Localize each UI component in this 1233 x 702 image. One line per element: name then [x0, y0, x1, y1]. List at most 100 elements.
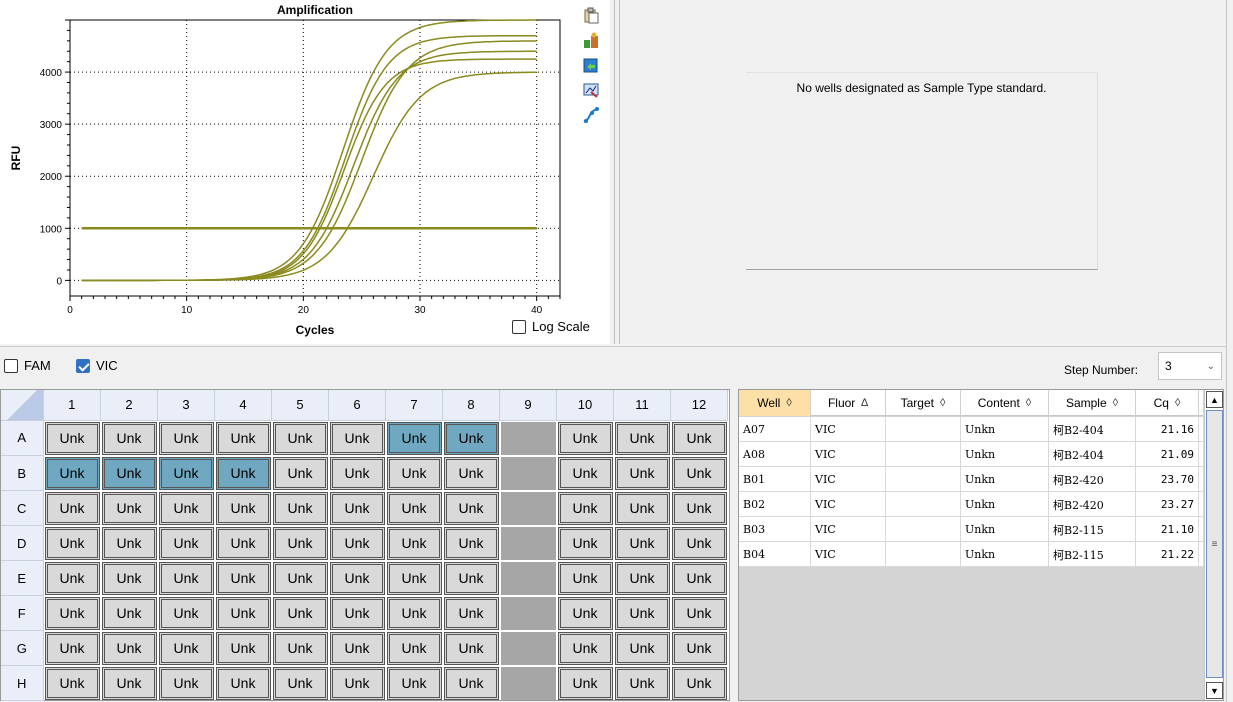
plate-well[interactable]: Unk [386, 666, 442, 700]
plate-well[interactable]: Unk [386, 631, 442, 665]
plate-well[interactable]: Unk [272, 561, 328, 595]
plate-well[interactable]: Unk [158, 561, 214, 595]
plate-well[interactable]: Unk [44, 666, 100, 700]
plate-row-header[interactable]: G [1, 630, 44, 666]
plate-row-header[interactable]: H [1, 665, 44, 701]
plate-well[interactable]: Unk [158, 526, 214, 560]
plate-well[interactable]: Unk [272, 666, 328, 700]
plate-well[interactable]: Unk [614, 596, 670, 630]
plate-well[interactable]: Unk [158, 596, 214, 630]
table-row[interactable]: A07 VIC Unkn 柯B2-404 21.16 [739, 417, 1203, 442]
plate-well[interactable] [500, 631, 556, 665]
plate-well[interactable]: Unk [272, 491, 328, 525]
plate-well[interactable]: Unk [101, 456, 157, 490]
table-row[interactable]: B04 VIC Unkn 柯B2-115 21.22 [739, 542, 1203, 567]
plate-well[interactable] [500, 526, 556, 560]
plate-well[interactable]: Unk [671, 666, 727, 700]
plate-well[interactable]: Unk [614, 631, 670, 665]
plate-well[interactable]: Unk [386, 596, 442, 630]
log-scale-checkbox[interactable]: Log Scale [512, 319, 590, 334]
plate-well[interactable]: Unk [101, 526, 157, 560]
plate-well[interactable]: Unk [101, 666, 157, 700]
plate-well[interactable]: Unk [329, 526, 385, 560]
step-number-select[interactable]: 3 ⌄ [1158, 352, 1222, 380]
plate-well[interactable]: Unk [329, 596, 385, 630]
plate-well[interactable]: Unk [101, 596, 157, 630]
vic-checkbox[interactable]: VIC [76, 358, 118, 373]
plate-well[interactable]: Unk [215, 631, 271, 665]
plate-well[interactable]: Unk [329, 456, 385, 490]
plate-well[interactable]: Unk [443, 421, 499, 455]
plate-well[interactable]: Unk [215, 526, 271, 560]
plate-well[interactable]: Unk [272, 631, 328, 665]
plate-well[interactable]: Unk [671, 631, 727, 665]
sort-icon[interactable]: ◊ [1026, 397, 1031, 409]
plate-column-header[interactable]: 10 [556, 390, 614, 421]
zoom-icon[interactable] [580, 79, 602, 101]
plate-well[interactable]: Unk [44, 526, 100, 560]
plate-well[interactable]: Unk [614, 526, 670, 560]
plate-well[interactable]: Unk [101, 421, 157, 455]
plate-well[interactable]: Unk [158, 456, 214, 490]
plate-well[interactable]: Unk [272, 456, 328, 490]
plate-well[interactable]: Unk [158, 491, 214, 525]
fam-check-box[interactable] [4, 358, 18, 373]
plate-well[interactable]: Unk [557, 666, 613, 700]
plate-column-header[interactable]: 2 [100, 390, 158, 421]
plate-well[interactable]: Unk [443, 526, 499, 560]
plate-well[interactable]: Unk [557, 631, 613, 665]
plate-well[interactable]: Unk [443, 596, 499, 630]
plate-well[interactable]: Unk [443, 666, 499, 700]
table-row[interactable]: A08 VIC Unkn 柯B2-404 21.09 [739, 442, 1203, 467]
copy-icon[interactable] [580, 4, 602, 26]
plate-well[interactable] [500, 456, 556, 490]
results-scrollbar[interactable]: ▲ ≡ ▼ [1204, 390, 1223, 700]
plate-well[interactable]: Unk [614, 491, 670, 525]
plate-well[interactable]: Unk [215, 456, 271, 490]
plate-well[interactable]: Unk [215, 491, 271, 525]
plate-well[interactable]: Unk [329, 666, 385, 700]
plate-well[interactable]: Unk [443, 456, 499, 490]
results-column-header[interactable]: Target ◊ [886, 390, 961, 416]
results-column-header[interactable]: Fluor ∆ [811, 390, 886, 416]
plate-well[interactable]: Unk [215, 596, 271, 630]
plate-well[interactable]: Unk [386, 456, 442, 490]
plate-well[interactable]: Unk [329, 491, 385, 525]
plate-select-all[interactable] [1, 390, 44, 421]
scroll-thumb[interactable]: ≡ [1206, 410, 1223, 678]
plate-row-header[interactable]: C [1, 490, 44, 526]
plate-well[interactable]: Unk [215, 666, 271, 700]
plate-column-header[interactable]: 5 [271, 390, 329, 421]
refresh-icon[interactable] [580, 54, 602, 76]
results-column-header[interactable]: Sample ◊ [1049, 390, 1136, 416]
scroll-up-button[interactable]: ▲ [1206, 391, 1223, 408]
plate-well[interactable]: Unk [44, 491, 100, 525]
plate-well[interactable] [500, 666, 556, 700]
plate-well[interactable]: Unk [215, 561, 271, 595]
vertical-splitter[interactable] [614, 0, 620, 344]
plate-well[interactable]: Unk [614, 561, 670, 595]
plate-well[interactable]: Unk [158, 666, 214, 700]
results-column-header[interactable]: Well ◊ [739, 390, 811, 416]
plate-well[interactable]: Unk [215, 421, 271, 455]
plate-well[interactable]: Unk [386, 491, 442, 525]
table-row[interactable]: B02 VIC Unkn 柯B2-420 23.27 [739, 492, 1203, 517]
plate-well[interactable]: Unk [158, 421, 214, 455]
sort-icon[interactable]: ◊ [1175, 397, 1180, 409]
plate-well[interactable]: Unk [44, 596, 100, 630]
plate-well[interactable]: Unk [101, 631, 157, 665]
plate-well[interactable]: Unk [158, 631, 214, 665]
plate-column-header[interactable]: 11 [613, 390, 671, 421]
plate-well[interactable]: Unk [443, 491, 499, 525]
plate-well[interactable] [500, 491, 556, 525]
plate-well[interactable]: Unk [386, 421, 442, 455]
plate-well[interactable]: Unk [557, 596, 613, 630]
plate-well[interactable]: Unk [557, 526, 613, 560]
curve-icon[interactable] [580, 104, 602, 126]
plate-row-header[interactable]: A [1, 420, 44, 456]
plate-well[interactable]: Unk [272, 421, 328, 455]
sort-icon[interactable]: ∆ [861, 397, 868, 409]
plate-column-header[interactable]: 7 [385, 390, 443, 421]
plate-well[interactable] [500, 421, 556, 455]
plate-row-header[interactable]: D [1, 525, 44, 561]
